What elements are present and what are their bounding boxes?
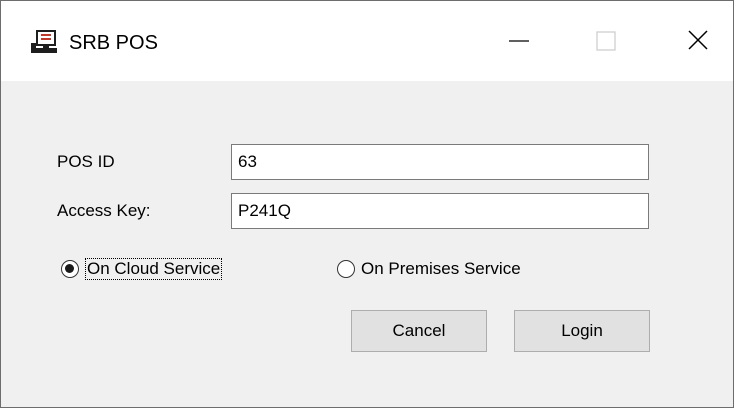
window-title: SRB POS <box>69 32 158 54</box>
access-key-input[interactable] <box>231 193 649 229</box>
maximize-icon <box>596 31 616 51</box>
login-button[interactable]: Login <box>514 310 650 352</box>
on-cloud-service-label: On Cloud Service <box>85 258 223 280</box>
radio-selected-indicator <box>61 260 79 278</box>
radio-unselected-indicator <box>337 260 355 278</box>
minimize-icon <box>509 40 529 42</box>
on-cloud-service-radio[interactable]: On Cloud Service <box>61 255 223 283</box>
close-button[interactable] <box>669 1 729 81</box>
pos-id-input[interactable] <box>231 144 649 180</box>
cancel-button[interactable]: Cancel <box>351 310 487 352</box>
title-bar[interactable]: SRB POS <box>1 1 733 81</box>
access-key-label: Access Key: <box>57 201 151 220</box>
on-premises-service-radio[interactable]: On Premises Service <box>337 255 521 283</box>
pos-terminal-icon <box>31 29 59 55</box>
close-icon <box>688 30 708 50</box>
minimize-button[interactable] <box>495 1 555 81</box>
on-premises-service-label: On Premises Service <box>361 259 521 278</box>
login-window: SRB POS POS ID Access Key: On Cloud Serv… <box>0 0 734 408</box>
pos-id-label: POS ID <box>57 152 115 171</box>
maximize-button[interactable] <box>583 1 643 81</box>
